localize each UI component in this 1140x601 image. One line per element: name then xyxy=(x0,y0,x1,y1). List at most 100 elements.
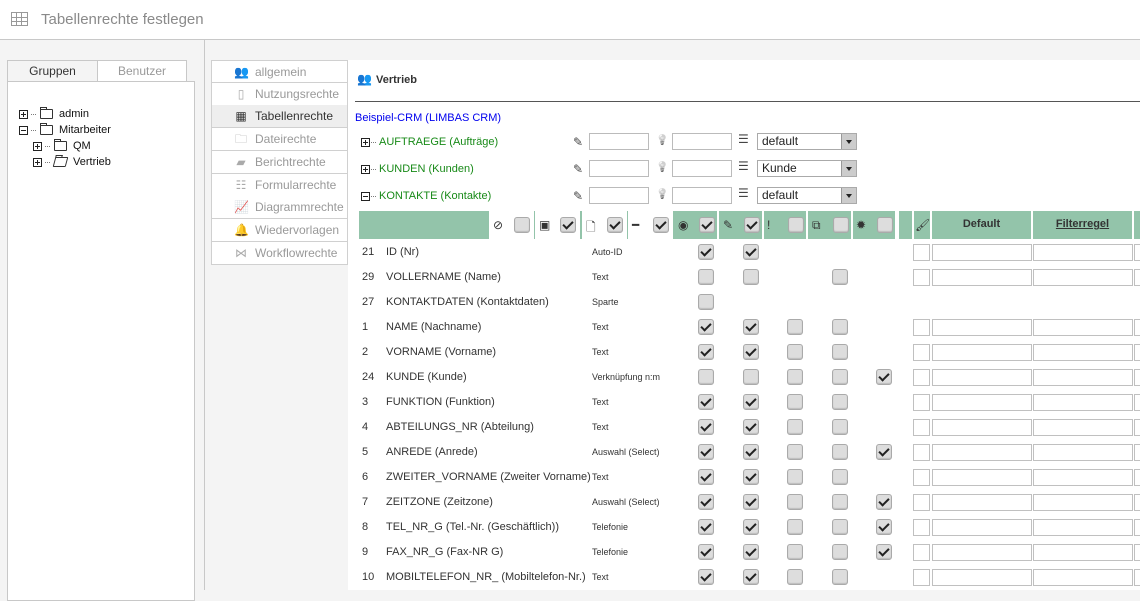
permission-checkbox[interactable] xyxy=(698,569,714,585)
permission-checkbox[interactable] xyxy=(787,394,803,410)
permission-checkbox[interactable] xyxy=(698,544,714,560)
default-input[interactable] xyxy=(932,569,1032,586)
table-entry[interactable]: ··· AUFTRAEGE (Aufträge) xyxy=(361,133,498,151)
color-input[interactable] xyxy=(913,369,930,386)
expand-icon[interactable] xyxy=(361,137,370,147)
permission-checkbox[interactable] xyxy=(698,419,714,435)
chevron-down-icon[interactable] xyxy=(841,188,856,203)
color-input[interactable] xyxy=(913,494,930,511)
expand-icon[interactable] xyxy=(33,141,42,151)
default-input[interactable] xyxy=(932,319,1032,336)
color-input[interactable] xyxy=(913,544,930,561)
permission-checkbox[interactable] xyxy=(698,244,714,260)
permission-checkbox[interactable] xyxy=(832,319,848,335)
permission-checkbox[interactable] xyxy=(832,369,848,385)
menu-item-berichtrechte[interactable]: ▰ Berichtrechte xyxy=(211,150,348,174)
color-input[interactable] xyxy=(913,344,930,361)
color-input[interactable] xyxy=(913,394,930,411)
permission-checkbox[interactable] xyxy=(743,469,759,485)
permission-checkbox[interactable] xyxy=(743,444,759,460)
permission-checkbox[interactable] xyxy=(876,544,892,560)
permission-checkbox[interactable] xyxy=(787,444,803,460)
permission-checkbox[interactable] xyxy=(743,494,759,510)
color-input[interactable] xyxy=(913,244,930,261)
permission-checkbox[interactable] xyxy=(832,344,848,360)
permission-checkbox[interactable] xyxy=(832,419,848,435)
permission-checkbox[interactable] xyxy=(698,394,714,410)
table-entry[interactable]: ··· KONTAKTE (Kontakte) xyxy=(361,187,491,205)
permission-checkbox[interactable] xyxy=(698,319,714,335)
header-checkbox[interactable] xyxy=(744,217,760,233)
menu-item-formularrechte[interactable]: ☷ Formularrechte xyxy=(211,173,348,197)
splitter[interactable] xyxy=(204,40,205,590)
tree-node[interactable]: ··· Mitarbeiter xyxy=(19,123,111,136)
tree-node[interactable]: ··· Vertrieb xyxy=(33,156,111,168)
filter-input[interactable] xyxy=(1033,569,1133,586)
permission-checkbox[interactable] xyxy=(743,344,759,360)
tree-node[interactable]: ··· admin xyxy=(19,107,89,120)
filter-input[interactable] xyxy=(1033,494,1133,511)
extra-input[interactable] xyxy=(1134,344,1140,361)
chevron-down-icon[interactable] xyxy=(841,161,856,176)
expand-icon[interactable] xyxy=(19,109,28,119)
color-input[interactable] xyxy=(913,319,930,336)
form-select[interactable]: default xyxy=(757,133,857,150)
menu-item-dateirechte[interactable]: 🗀 Dateirechte xyxy=(211,128,348,152)
permission-checkbox[interactable] xyxy=(787,344,803,360)
permission-checkbox[interactable] xyxy=(876,494,892,510)
permission-checkbox[interactable] xyxy=(787,369,803,385)
menu-item-nutzungsrechte[interactable]: ▯ Nutzungsrechte xyxy=(211,82,348,106)
default-input[interactable] xyxy=(932,369,1032,386)
permission-checkbox[interactable] xyxy=(698,444,714,460)
permission-checkbox[interactable] xyxy=(832,444,848,460)
filter-input[interactable] xyxy=(1033,544,1133,561)
default-input[interactable] xyxy=(932,344,1032,361)
edit-rule-input[interactable] xyxy=(589,133,649,150)
permission-checkbox[interactable] xyxy=(832,269,848,285)
permission-checkbox[interactable] xyxy=(787,419,803,435)
default-input[interactable] xyxy=(932,269,1032,286)
tree-node[interactable]: ··· QM xyxy=(33,139,91,152)
permission-checkbox[interactable] xyxy=(743,369,759,385)
permission-checkbox[interactable] xyxy=(832,569,848,585)
default-input[interactable] xyxy=(932,394,1032,411)
permission-checkbox[interactable] xyxy=(787,494,803,510)
permission-checkbox[interactable] xyxy=(743,269,759,285)
table-entry[interactable]: ··· KUNDEN (Kunden) xyxy=(361,160,474,178)
extra-input[interactable] xyxy=(1134,419,1140,436)
default-input[interactable] xyxy=(932,419,1032,436)
permission-checkbox[interactable] xyxy=(787,569,803,585)
extra-input[interactable] xyxy=(1134,394,1140,411)
permission-checkbox[interactable] xyxy=(743,419,759,435)
chevron-down-icon[interactable] xyxy=(841,134,856,149)
menu-item-wiedervorlagen[interactable]: 🔔 Wiedervorlagen xyxy=(211,218,348,242)
header-checkbox[interactable] xyxy=(833,217,849,233)
color-input[interactable] xyxy=(913,419,930,436)
filter-input[interactable] xyxy=(1033,369,1133,386)
collapse-icon[interactable] xyxy=(19,125,28,135)
extra-input[interactable] xyxy=(1134,244,1140,261)
color-input[interactable] xyxy=(913,269,930,286)
permission-checkbox[interactable] xyxy=(876,519,892,535)
permission-checkbox[interactable] xyxy=(832,519,848,535)
permission-checkbox[interactable] xyxy=(787,519,803,535)
default-input[interactable] xyxy=(932,494,1032,511)
filter-input[interactable] xyxy=(1033,319,1133,336)
view-rule-input[interactable] xyxy=(672,133,732,150)
permission-checkbox[interactable] xyxy=(787,544,803,560)
permission-checkbox[interactable] xyxy=(698,369,714,385)
database-link[interactable]: Beispiel-CRM (LIMBAS CRM) xyxy=(355,112,501,124)
header-checkbox[interactable] xyxy=(699,217,715,233)
filter-input[interactable] xyxy=(1033,469,1133,486)
permission-checkbox[interactable] xyxy=(832,544,848,560)
menu-item-workflowrechte[interactable]: ⋈ Workflowrechte xyxy=(211,241,348,265)
default-input[interactable] xyxy=(932,469,1032,486)
menu-item-tabellenrechte[interactable]: ▦ Tabellenrechte xyxy=(211,105,348,129)
extra-input[interactable] xyxy=(1134,444,1140,461)
extra-input[interactable] xyxy=(1134,319,1140,336)
permission-checkbox[interactable] xyxy=(832,494,848,510)
header-checkbox[interactable] xyxy=(653,217,669,233)
tab-gruppen[interactable]: Gruppen xyxy=(7,60,98,82)
permission-checkbox[interactable] xyxy=(743,319,759,335)
color-input[interactable] xyxy=(913,444,930,461)
